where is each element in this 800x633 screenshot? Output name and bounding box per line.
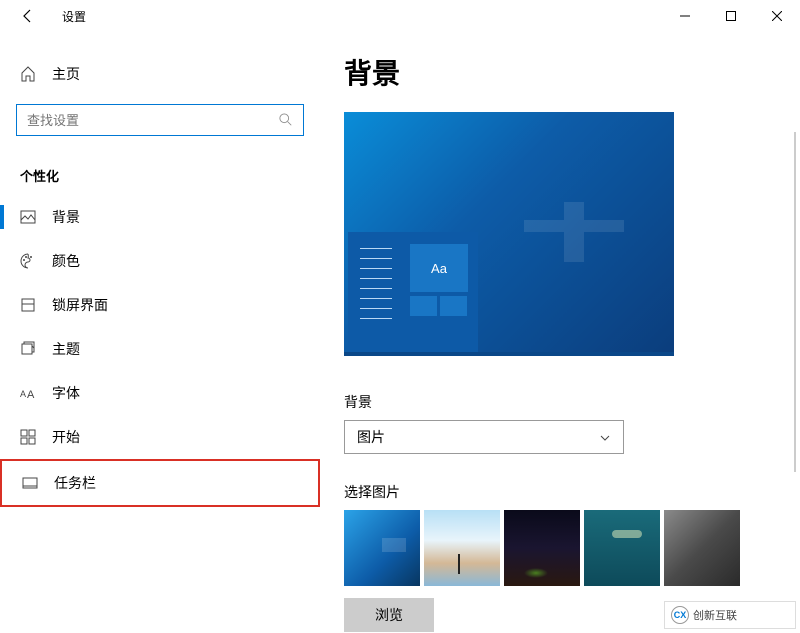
picture-thumb-4[interactable] xyxy=(584,510,660,586)
font-icon: AA xyxy=(20,385,36,401)
sidebar-item-themes[interactable]: 主题 xyxy=(0,327,320,371)
sidebar-item-label: 任务栏 xyxy=(54,473,96,493)
maximize-button[interactable] xyxy=(708,0,754,32)
preview-start-menu: Aa xyxy=(348,232,478,352)
sidebar-item-label: 锁屏界面 xyxy=(52,295,108,315)
lockscreen-icon xyxy=(20,297,36,313)
background-type-dropdown[interactable]: 图片 xyxy=(344,420,624,454)
window-controls xyxy=(662,0,800,32)
sidebar-item-label: 字体 xyxy=(52,383,80,403)
dropdown-value: 图片 xyxy=(357,427,385,447)
search-box[interactable] xyxy=(16,104,304,136)
window-title: 设置 xyxy=(62,8,86,25)
background-type-label: 背景 xyxy=(344,392,776,412)
sidebar-item-taskbar[interactable]: 任务栏 xyxy=(0,459,320,507)
background-preview: Aa xyxy=(344,112,674,356)
sidebar-item-lockscreen[interactable]: 锁屏界面 xyxy=(0,283,320,327)
content-pane: 背景 Aa 背景 图片 选择图片 浏览 xyxy=(320,32,800,633)
palette-icon xyxy=(20,253,36,269)
preview-tile: Aa xyxy=(410,244,468,292)
sidebar-item-start[interactable]: 开始 xyxy=(0,415,320,459)
search-input[interactable] xyxy=(27,113,279,128)
close-button[interactable] xyxy=(754,0,800,32)
sidebar: 主页 个性化 背景 颜色 锁屏界面 主题 AA 字体 xyxy=(0,32,320,633)
svg-text:A: A xyxy=(20,389,26,399)
taskbar-icon xyxy=(22,475,38,491)
picture-thumbnails xyxy=(344,510,776,586)
chevron-down-icon xyxy=(599,431,611,443)
sidebar-item-label: 主题 xyxy=(52,339,80,359)
watermark-logo: CX xyxy=(671,606,689,624)
sidebar-item-label: 颜色 xyxy=(52,251,80,271)
picture-thumb-3[interactable] xyxy=(504,510,580,586)
watermark-text: 创新互联 xyxy=(693,607,737,623)
page-title: 背景 xyxy=(344,52,776,92)
home-icon xyxy=(20,66,36,82)
home-nav[interactable]: 主页 xyxy=(0,56,320,92)
picture-thumb-1[interactable] xyxy=(344,510,420,586)
sidebar-item-label: 开始 xyxy=(52,427,80,447)
minimize-button[interactable] xyxy=(662,0,708,32)
watermark: CX 创新互联 xyxy=(664,601,796,629)
home-label: 主页 xyxy=(52,64,80,84)
theme-icon xyxy=(20,341,36,357)
scrollbar[interactable] xyxy=(794,132,796,472)
picture-thumb-2[interactable] xyxy=(424,510,500,586)
picture-thumb-5[interactable] xyxy=(664,510,740,586)
search-icon xyxy=(279,113,293,127)
titlebar: 设置 xyxy=(0,0,800,32)
browse-button[interactable]: 浏览 xyxy=(344,598,434,632)
svg-text:A: A xyxy=(27,389,35,401)
sidebar-item-colors[interactable]: 颜色 xyxy=(0,239,320,283)
preview-taskbar xyxy=(344,352,674,356)
sidebar-item-background[interactable]: 背景 xyxy=(0,195,320,239)
image-icon xyxy=(20,209,36,225)
back-button[interactable] xyxy=(16,4,40,28)
sidebar-item-label: 背景 xyxy=(52,207,80,227)
sidebar-item-fonts[interactable]: AA 字体 xyxy=(0,371,320,415)
start-icon xyxy=(20,429,36,445)
select-picture-label: 选择图片 xyxy=(344,482,776,502)
section-header: 个性化 xyxy=(0,148,320,195)
